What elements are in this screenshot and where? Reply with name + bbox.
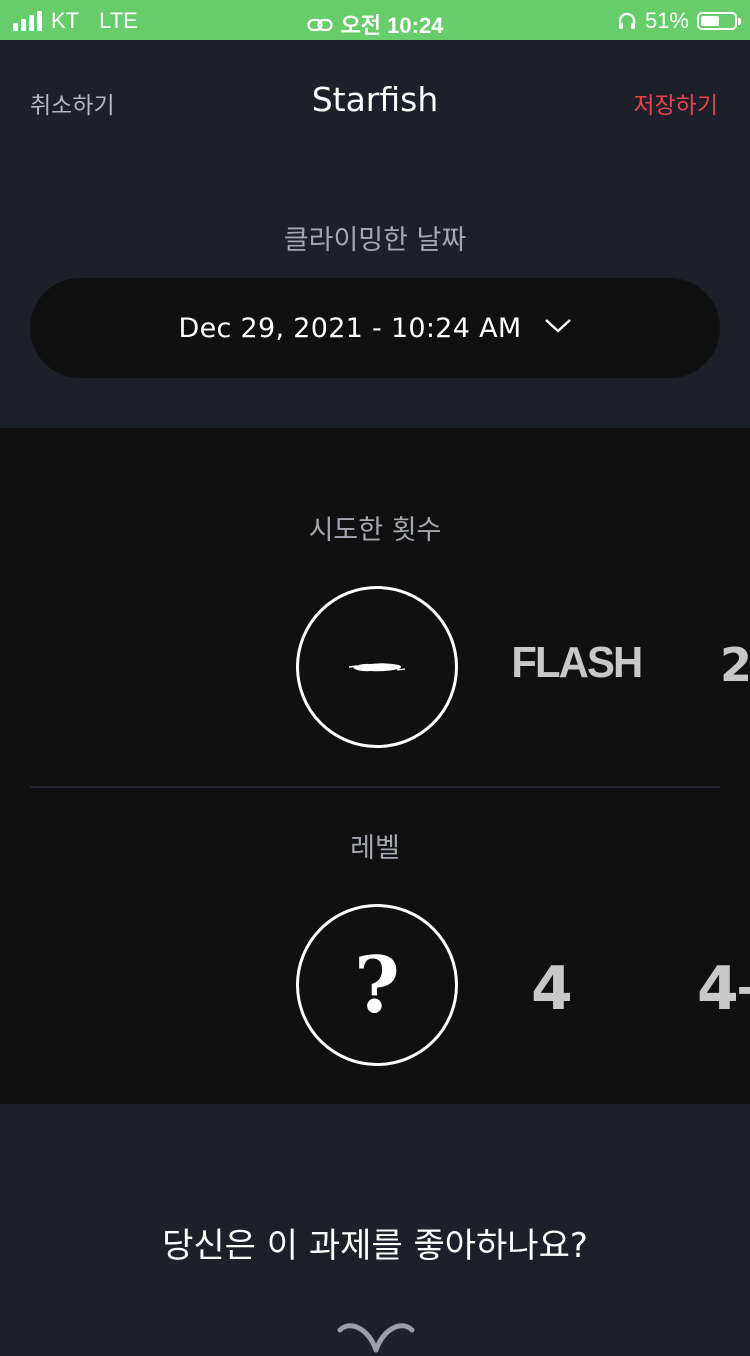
like-question: 당신은 이 과제를 좋아하나요? <box>162 1226 588 1266</box>
level-label: 레벨 <box>350 833 400 864</box>
level-option-4-plus[interactable]: 4+ <box>697 954 750 1024</box>
status-bar: KT LTE 오전 10:24 51% <box>0 0 750 40</box>
attempts-level-panel: 시도한 횟수 – FLASH 2 레벨 ? 4 4+ <box>0 428 750 1104</box>
status-time: 오전 10:24 <box>340 13 444 38</box>
chevron-down-icon <box>544 319 571 333</box>
dash-brush-icon <box>349 663 405 672</box>
battery-icon <box>697 12 741 30</box>
date-label: 클라이밍한 날짜 <box>283 225 467 256</box>
status-right: 51% <box>617 8 741 34</box>
attempts-option-2[interactable]: 2 <box>720 638 750 692</box>
attempts-label: 시도한 횟수 <box>308 515 442 546</box>
attempts-option-flash[interactable]: FLASH <box>511 638 643 688</box>
date-picker[interactable]: Dec 29, 2021 - 10:24 AM <box>30 278 720 378</box>
save-button[interactable]: 저장하기 <box>633 86 718 120</box>
attempts-selected-circle[interactable]: – <box>296 586 458 748</box>
level-option-4[interactable]: 4 <box>531 954 573 1024</box>
level-selected-circle[interactable]: ? <box>296 904 458 1066</box>
level-selected-value: ? <box>354 939 400 1031</box>
link-icon <box>306 19 333 32</box>
date-value: Dec 29, 2021 - 10:24 AM <box>178 312 522 344</box>
heart-icon[interactable] <box>328 1316 424 1356</box>
headphone-icon <box>618 12 636 29</box>
divider <box>30 786 720 788</box>
battery-percent: 51% <box>644 8 689 33</box>
nav-bar: 취소하기 Starfish 저장하기 <box>0 40 750 160</box>
